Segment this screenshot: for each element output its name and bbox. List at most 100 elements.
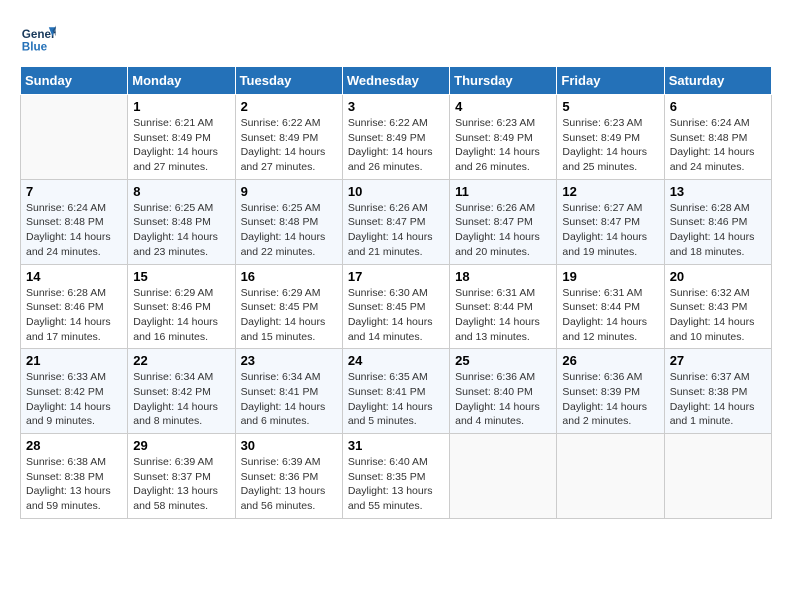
calendar-cell: 17Sunrise: 6:30 AM Sunset: 8:45 PM Dayli… <box>342 264 449 349</box>
cell-info: Sunrise: 6:23 AM Sunset: 8:49 PM Dayligh… <box>562 116 658 175</box>
day-number: 25 <box>455 353 551 368</box>
calendar-cell: 3 Sunrise: 6:22 AM Sunset: 8:49 PM Daylig… <box>342 95 449 180</box>
day-number: 7 <box>26 184 122 199</box>
cell-info: Sunrise: 6:35 AM Sunset: 8:41 PM Dayligh… <box>348 370 444 429</box>
weekday-header-monday: Monday <box>128 67 235 95</box>
day-number: 12 <box>562 184 658 199</box>
day-number: 28 <box>26 438 122 453</box>
calendar-week-4: 21 Sunrise: 6:33 AM Sunset: 8:42 PM Dayli… <box>21 349 772 434</box>
cell-info: Sunrise: 6:22 AM Sunset: 8:49 PM Dayligh… <box>348 116 444 175</box>
day-number: 2 <box>241 99 337 114</box>
day-number: 18 <box>455 269 551 284</box>
weekday-header-saturday: Saturday <box>664 67 771 95</box>
cell-info: Sunrise: 6:39 AM Sunset: 8:36 PM Dayligh… <box>241 455 337 514</box>
cell-info: Sunrise: 6:25 AM Sunset: 8:48 PM Dayligh… <box>241 201 337 260</box>
cell-info: Sunrise: 6:27 AM Sunset: 8:47 PM Dayligh… <box>562 201 658 260</box>
calendar-cell <box>664 434 771 519</box>
day-number: 24 <box>348 353 444 368</box>
day-number: 23 <box>241 353 337 368</box>
calendar-cell: 8Sunrise: 6:25 AM Sunset: 8:48 PM Daylig… <box>128 179 235 264</box>
calendar-week-3: 14 Sunrise: 6:28 AM Sunset: 8:46 PM Dayli… <box>21 264 772 349</box>
calendar-week-2: 7 Sunrise: 6:24 AM Sunset: 8:48 PM Daylig… <box>21 179 772 264</box>
calendar-cell: 2Sunrise: 6:22 AM Sunset: 8:49 PM Daylig… <box>235 95 342 180</box>
cell-info: Sunrise: 6:39 AM Sunset: 8:37 PM Dayligh… <box>133 455 229 514</box>
page-header: General Blue <box>20 20 772 56</box>
calendar-cell: 22 Sunrise: 6:34 AM Sunset: 8:42 PM Dayli… <box>128 349 235 434</box>
svg-text:Blue: Blue <box>22 41 48 54</box>
cell-info: Sunrise: 6:28 AM Sunset: 8:46 PM Dayligh… <box>670 201 766 260</box>
logo-icon: General Blue <box>20 20 56 56</box>
day-number: 14 <box>26 269 122 284</box>
calendar-week-5: 28 Sunrise: 6:38 AM Sunset: 8:38 PM Dayli… <box>21 434 772 519</box>
calendar-cell: 12 Sunrise: 6:27 AM Sunset: 8:47 PM Dayli… <box>557 179 664 264</box>
cell-info: Sunrise: 6:33 AM Sunset: 8:42 PM Dayligh… <box>26 370 122 429</box>
cell-info: Sunrise: 6:31 AM Sunset: 8:44 PM Dayligh… <box>455 286 551 345</box>
calendar-cell: 7 Sunrise: 6:24 AM Sunset: 8:48 PM Daylig… <box>21 179 128 264</box>
cell-info: Sunrise: 6:26 AM Sunset: 8:47 PM Dayligh… <box>455 201 551 260</box>
day-number: 9 <box>241 184 337 199</box>
calendar-week-1: 1 Sunrise: 6:21 AM Sunset: 8:49 PM Daylig… <box>21 95 772 180</box>
calendar-cell: 24 Sunrise: 6:35 AM Sunset: 8:41 PM Dayli… <box>342 349 449 434</box>
logo: General Blue <box>20 20 56 56</box>
calendar-cell: 26Sunrise: 6:36 AM Sunset: 8:39 PM Dayli… <box>557 349 664 434</box>
calendar-cell: 31 Sunrise: 6:40 AM Sunset: 8:35 PM Dayli… <box>342 434 449 519</box>
day-number: 1 <box>133 99 229 114</box>
weekday-header-friday: Friday <box>557 67 664 95</box>
calendar-cell: 14 Sunrise: 6:28 AM Sunset: 8:46 PM Dayli… <box>21 264 128 349</box>
weekday-header-wednesday: Wednesday <box>342 67 449 95</box>
day-number: 31 <box>348 438 444 453</box>
day-number: 4 <box>455 99 551 114</box>
cell-info: Sunrise: 6:38 AM Sunset: 8:38 PM Dayligh… <box>26 455 122 514</box>
day-number: 15 <box>133 269 229 284</box>
day-number: 16 <box>241 269 337 284</box>
cell-info: Sunrise: 6:26 AM Sunset: 8:47 PM Dayligh… <box>348 201 444 260</box>
cell-info: Sunrise: 6:36 AM Sunset: 8:40 PM Dayligh… <box>455 370 551 429</box>
day-number: 5 <box>562 99 658 114</box>
day-number: 20 <box>670 269 766 284</box>
day-number: 26 <box>562 353 658 368</box>
cell-info: Sunrise: 6:23 AM Sunset: 8:49 PM Dayligh… <box>455 116 551 175</box>
calendar-header-row: SundayMondayTuesdayWednesdayThursdayFrid… <box>21 67 772 95</box>
calendar-cell: 9 Sunrise: 6:25 AM Sunset: 8:48 PM Daylig… <box>235 179 342 264</box>
day-number: 22 <box>133 353 229 368</box>
calendar-cell <box>21 95 128 180</box>
cell-info: Sunrise: 6:24 AM Sunset: 8:48 PM Dayligh… <box>670 116 766 175</box>
calendar-cell: 25 Sunrise: 6:36 AM Sunset: 8:40 PM Dayli… <box>450 349 557 434</box>
cell-info: Sunrise: 6:25 AM Sunset: 8:48 PM Dayligh… <box>133 201 229 260</box>
calendar-cell: 16 Sunrise: 6:29 AM Sunset: 8:45 PM Dayli… <box>235 264 342 349</box>
cell-info: Sunrise: 6:29 AM Sunset: 8:45 PM Dayligh… <box>241 286 337 345</box>
calendar-cell: 6Sunrise: 6:24 AM Sunset: 8:48 PM Daylig… <box>664 95 771 180</box>
calendar-cell: 19 Sunrise: 6:31 AM Sunset: 8:44 PM Dayli… <box>557 264 664 349</box>
calendar-cell: 23 Sunrise: 6:34 AM Sunset: 8:41 PM Dayli… <box>235 349 342 434</box>
cell-info: Sunrise: 6:24 AM Sunset: 8:48 PM Dayligh… <box>26 201 122 260</box>
cell-info: Sunrise: 6:28 AM Sunset: 8:46 PM Dayligh… <box>26 286 122 345</box>
calendar-cell: 20Sunrise: 6:32 AM Sunset: 8:43 PM Dayli… <box>664 264 771 349</box>
day-number: 29 <box>133 438 229 453</box>
day-number: 3 <box>348 99 444 114</box>
calendar-body: 1 Sunrise: 6:21 AM Sunset: 8:49 PM Daylig… <box>21 95 772 519</box>
day-number: 27 <box>670 353 766 368</box>
cell-info: Sunrise: 6:31 AM Sunset: 8:44 PM Dayligh… <box>562 286 658 345</box>
cell-info: Sunrise: 6:21 AM Sunset: 8:49 PM Dayligh… <box>133 116 229 175</box>
calendar-cell <box>557 434 664 519</box>
weekday-header-thursday: Thursday <box>450 67 557 95</box>
weekday-header-sunday: Sunday <box>21 67 128 95</box>
cell-info: Sunrise: 6:37 AM Sunset: 8:38 PM Dayligh… <box>670 370 766 429</box>
cell-info: Sunrise: 6:34 AM Sunset: 8:41 PM Dayligh… <box>241 370 337 429</box>
calendar-cell: 4 Sunrise: 6:23 AM Sunset: 8:49 PM Daylig… <box>450 95 557 180</box>
calendar-cell: 28 Sunrise: 6:38 AM Sunset: 8:38 PM Dayli… <box>21 434 128 519</box>
calendar-cell: 15Sunrise: 6:29 AM Sunset: 8:46 PM Dayli… <box>128 264 235 349</box>
day-number: 19 <box>562 269 658 284</box>
cell-info: Sunrise: 6:30 AM Sunset: 8:45 PM Dayligh… <box>348 286 444 345</box>
calendar-cell: 30 Sunrise: 6:39 AM Sunset: 8:36 PM Dayli… <box>235 434 342 519</box>
calendar-cell: 13 Sunrise: 6:28 AM Sunset: 8:46 PM Dayli… <box>664 179 771 264</box>
calendar-cell: 18 Sunrise: 6:31 AM Sunset: 8:44 PM Dayli… <box>450 264 557 349</box>
day-number: 13 <box>670 184 766 199</box>
cell-info: Sunrise: 6:40 AM Sunset: 8:35 PM Dayligh… <box>348 455 444 514</box>
calendar-cell: 11Sunrise: 6:26 AM Sunset: 8:47 PM Dayli… <box>450 179 557 264</box>
day-number: 21 <box>26 353 122 368</box>
day-number: 30 <box>241 438 337 453</box>
cell-info: Sunrise: 6:34 AM Sunset: 8:42 PM Dayligh… <box>133 370 229 429</box>
calendar-cell: 21 Sunrise: 6:33 AM Sunset: 8:42 PM Dayli… <box>21 349 128 434</box>
calendar-cell: 1 Sunrise: 6:21 AM Sunset: 8:49 PM Daylig… <box>128 95 235 180</box>
